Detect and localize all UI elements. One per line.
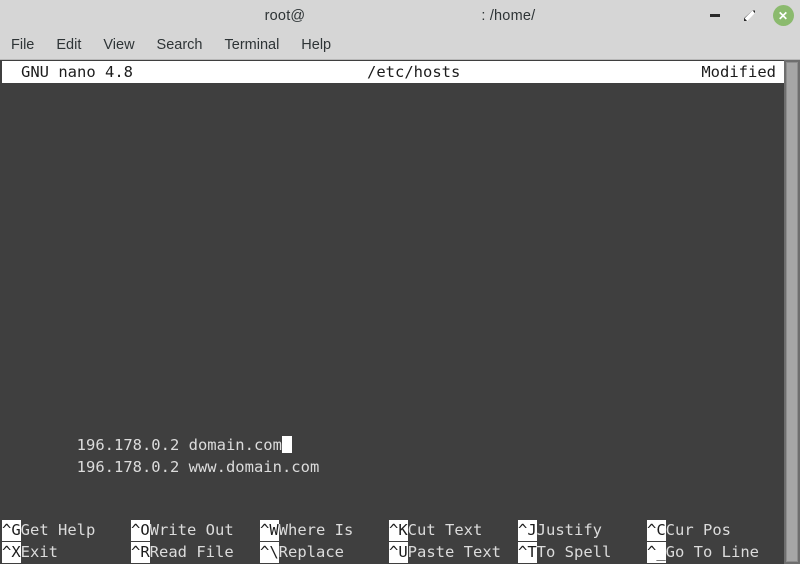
shortcut-label-get-help: Get Help [20, 521, 96, 539]
shortcut-key-ctrl-x: ^X [2, 542, 21, 563]
shortcut-go-to-line[interactable]: ^_Go To Line [647, 542, 759, 563]
editor-line-2[interactable]: 196.178.0.2 www.domain.com [2, 434, 320, 500]
shortcut-exit[interactable]: ^XExit [2, 542, 58, 563]
close-button[interactable]: ✕ [772, 5, 794, 27]
shortcut-row-2: ^XExit ^RRead File ^\Replace ^UPaste Tex… [2, 542, 768, 564]
nano-modified-status: Modified [701, 63, 776, 81]
terminal-window: root@ : /home/ ✕ File Edit View Search T… [0, 0, 800, 564]
editor-line-2-text: 196.178.0.2 www.domain.com [76, 458, 320, 476]
window-controls: ✕ [704, 0, 794, 31]
shortcut-paste-text[interactable]: ^UPaste Text [389, 542, 501, 563]
shortcut-replace[interactable]: ^\Replace [260, 542, 344, 563]
shortcut-key-ctrl-u: ^U [389, 542, 408, 563]
shortcut-key-ctrl-j: ^J [518, 520, 537, 541]
menu-item-help[interactable]: Help [301, 35, 341, 55]
window-title-path: : /home/ [481, 7, 536, 24]
menu-item-terminal[interactable]: Terminal [225, 35, 290, 55]
window-title-user: root@ [264, 7, 306, 24]
maximize-button[interactable] [738, 5, 760, 27]
shortcut-where-is[interactable]: ^WWhere Is [260, 520, 353, 541]
menu-item-view[interactable]: View [103, 35, 144, 55]
shortcut-key-ctrl-k: ^K [389, 520, 408, 541]
menu-item-file[interactable]: File [11, 35, 44, 55]
nano-editor[interactable]: GNU nano 4.8 /etc/hosts Modified 196.178… [0, 60, 784, 564]
terminal-scrollbar-thumb[interactable] [786, 62, 798, 562]
minimize-button[interactable] [704, 5, 726, 27]
maximize-icon [743, 10, 755, 21]
shortcut-get-help[interactable]: ^GGet Help [2, 520, 95, 541]
window-title: root@ : /home/ [265, 8, 536, 24]
shortcut-write-out[interactable]: ^OWrite Out [131, 520, 234, 541]
nano-title-bar: GNU nano 4.8 /etc/hosts Modified [2, 61, 784, 83]
shortcut-label-justify: Justify [536, 521, 602, 539]
shortcut-cut-text[interactable]: ^KCut Text [389, 520, 482, 541]
close-icon: ✕ [772, 5, 794, 26]
shortcut-key-ctrl-o: ^O [131, 520, 150, 541]
terminal-area[interactable]: GNU nano 4.8 /etc/hosts Modified 196.178… [0, 60, 800, 564]
menu-item-edit[interactable]: Edit [56, 35, 91, 55]
shortcut-label-go-to-line: Go To Line [665, 543, 759, 561]
shortcut-label-cur-pos: Cur Pos [665, 521, 731, 539]
menu-item-search[interactable]: Search [157, 35, 213, 55]
shortcut-justify[interactable]: ^JJustify [518, 520, 602, 541]
shortcut-label-paste-text: Paste Text [407, 543, 501, 561]
shortcut-label-read-file: Read File [149, 543, 234, 561]
shortcut-key-ctrl-g: ^G [2, 520, 21, 541]
nano-shortcut-bar: ^GGet Help ^OWrite Out ^WWhere Is ^KCut … [2, 520, 768, 564]
minimize-icon [710, 14, 720, 17]
shortcut-key-ctrl-r: ^R [131, 542, 150, 563]
shortcut-key-ctrl-c: ^C [647, 520, 666, 541]
shortcut-row-1: ^GGet Help ^OWrite Out ^WWhere Is ^KCut … [2, 520, 768, 542]
shortcut-label-exit: Exit [20, 543, 58, 561]
shortcut-label-where-is: Where Is [278, 521, 354, 539]
shortcut-to-spell[interactable]: ^TTo Spell [518, 542, 611, 563]
shortcut-label-to-spell: To Spell [536, 543, 612, 561]
shortcut-label-replace: Replace [278, 543, 344, 561]
shortcut-key-ctrl-backslash: ^\ [260, 542, 279, 563]
shortcut-key-ctrl-underscore: ^_ [647, 542, 666, 563]
shortcut-cur-pos[interactable]: ^CCur Pos [647, 520, 731, 541]
terminal-scrollbar[interactable] [784, 60, 800, 564]
shortcut-key-ctrl-t: ^T [518, 542, 537, 563]
shortcut-label-write-out: Write Out [149, 521, 234, 539]
nano-version: GNU nano 4.8 [21, 63, 133, 81]
shortcut-label-cut-text: Cut Text [407, 521, 483, 539]
nano-filename: /etc/hosts [367, 63, 461, 81]
window-titlebar[interactable]: root@ : /home/ ✕ [0, 0, 800, 31]
shortcut-read-file[interactable]: ^RRead File [131, 542, 234, 563]
shortcut-key-ctrl-w: ^W [260, 520, 279, 541]
menubar: File Edit View Search Terminal Help [0, 31, 800, 60]
